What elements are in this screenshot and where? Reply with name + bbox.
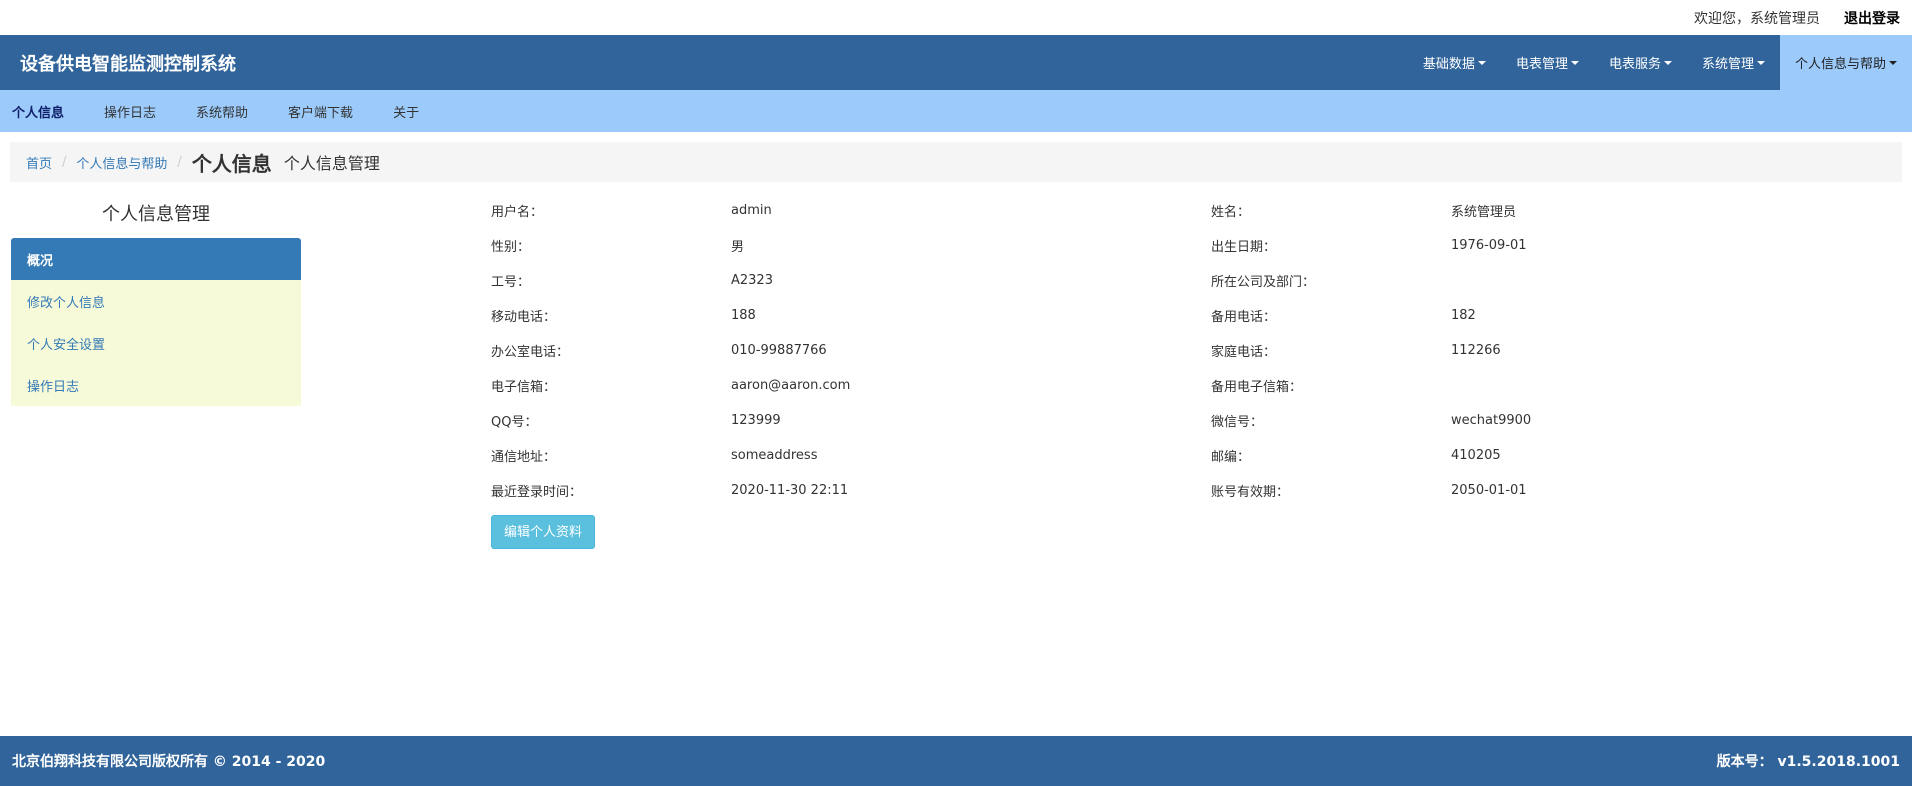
sidebar-item-security-settings[interactable]: 个人安全设置	[11, 322, 301, 364]
field-value: admin	[731, 203, 772, 218]
footer: 北京伯翔科技有限公司版权所有 © 2014 - 2020 版本号： v1.5.2…	[0, 736, 1912, 786]
breadcrumb-home[interactable]: 首页	[26, 153, 52, 172]
nav-menu-system-management[interactable]: 系统管理	[1687, 35, 1780, 90]
subnav-client-download[interactable]: 客户端下载	[288, 102, 353, 121]
field-label: 家庭电话：	[1211, 345, 1277, 360]
field-value: someaddress	[731, 448, 818, 463]
field-label: 电子信箱：	[491, 380, 557, 395]
field-value: 182	[1451, 308, 1476, 323]
field-value: 112266	[1451, 343, 1501, 358]
nav-menu-label: 个人信息与帮助	[1794, 57, 1886, 72]
field-value: 2050-01-01	[1451, 483, 1527, 498]
field-value: 123999	[731, 413, 781, 428]
top-bar: 欢迎您，系统管理员 退出登录	[0, 0, 1912, 35]
field-value: 1976-09-01	[1451, 238, 1527, 253]
field-label: 微信号：	[1211, 415, 1264, 430]
field-value: 410205	[1451, 448, 1501, 463]
field-value: 010-99887766	[731, 343, 827, 358]
sidebar-title: 个人信息管理	[102, 204, 210, 225]
field-value: 系统管理员	[1451, 205, 1517, 220]
main-navbar: 设备供电智能监测控制系统 基础数据 电表管理 电表服务 系统管理 个人信息与帮助	[0, 35, 1912, 90]
nav-menu-personal-help[interactable]: 个人信息与帮助	[1779, 35, 1912, 90]
edit-profile-button[interactable]: 编辑个人资料	[491, 515, 596, 549]
welcome-text: 欢迎您，系统管理员	[1694, 10, 1820, 27]
breadcrumb-separator: /	[62, 154, 67, 170]
profile-row: 电子信箱： aaron@aaron.com 备用电子信箱：	[491, 368, 1911, 403]
breadcrumb-separator: /	[177, 154, 182, 170]
nav-menu-meter-service[interactable]: 电表服务	[1594, 35, 1687, 90]
field-label: 办公室电话：	[491, 345, 570, 360]
field-value: A2323	[731, 273, 773, 288]
field-value: aaron@aaron.com	[731, 378, 851, 393]
caret-down-icon	[1570, 60, 1579, 65]
profile-info: 用户名： admin 姓名： 系统管理员 性别： 男 出生日期： 1976-09…	[491, 193, 1911, 549]
field-value: 男	[731, 240, 745, 255]
profile-row: 办公室电话： 010-99887766 家庭电话： 112266	[491, 333, 1911, 368]
copyright-text: 北京伯翔科技有限公司版权所有 © 2014 - 2020	[12, 754, 326, 770]
nav-menu-label: 电表服务	[1608, 57, 1661, 72]
field-label: 性别：	[491, 240, 531, 255]
field-label: 最近登录时间：	[491, 485, 583, 500]
field-label: 工号：	[491, 275, 531, 290]
nav-menu-label: 系统管理	[1701, 57, 1754, 72]
caret-down-icon	[1477, 60, 1486, 65]
field-label: 出生日期：	[1211, 240, 1277, 255]
sidebar: 个人信息管理 概况 修改个人信息 个人安全设置 操作日志	[11, 202, 301, 406]
field-label: 备用电子信箱：	[1211, 380, 1303, 395]
breadcrumb-parent[interactable]: 个人信息与帮助	[76, 153, 167, 172]
field-label: 通信地址：	[491, 450, 557, 465]
caret-down-icon	[1889, 60, 1897, 65]
field-label: 邮编：	[1211, 450, 1251, 465]
field-value: 2020-11-30 22:11	[731, 483, 849, 498]
profile-row: 性别： 男 出生日期： 1976-09-01	[491, 228, 1911, 263]
logout-link[interactable]: 退出登录	[1844, 8, 1900, 28]
app-title: 设备供电智能监测控制系统	[20, 53, 236, 75]
nav-menu-meter-management[interactable]: 电表管理	[1501, 35, 1594, 90]
field-value: wechat9900	[1451, 413, 1532, 428]
sub-navbar: 个人信息 操作日志 系统帮助 客户端下载 关于	[0, 90, 1912, 132]
nav-menu: 基础数据 电表管理 电表服务 系统管理 个人信息与帮助	[1408, 35, 1912, 90]
caret-down-icon	[1756, 60, 1765, 65]
profile-row: 最近登录时间： 2020-11-30 22:11 账号有效期： 2050-01-…	[491, 473, 1911, 508]
page-subtitle: 个人信息管理	[283, 154, 380, 173]
subnav-about[interactable]: 关于	[393, 102, 419, 121]
field-label: QQ号：	[491, 415, 538, 430]
subnav-operation-log[interactable]: 操作日志	[104, 102, 156, 121]
subnav-personal-info[interactable]: 个人信息	[12, 102, 64, 121]
sidebar-item-overview[interactable]: 概况	[11, 238, 301, 280]
subnav-system-help[interactable]: 系统帮助	[196, 102, 248, 121]
sidebar-item-operation-log[interactable]: 操作日志	[11, 364, 301, 406]
profile-row: 用户名： admin 姓名： 系统管理员	[491, 193, 1911, 228]
profile-row: 工号： A2323 所在公司及部门：	[491, 263, 1911, 298]
nav-menu-label: 基础数据	[1422, 57, 1475, 72]
field-label: 姓名：	[1211, 205, 1251, 220]
field-label: 账号有效期：	[1211, 485, 1290, 500]
field-label: 备用电话：	[1211, 310, 1277, 325]
profile-row: QQ号： 123999 微信号： wechat9900	[491, 403, 1911, 438]
profile-row: 通信地址： someaddress 邮编： 410205	[491, 438, 1911, 473]
nav-menu-label: 电表管理	[1515, 57, 1568, 72]
caret-down-icon	[1663, 60, 1672, 65]
field-value: 188	[731, 308, 756, 323]
breadcrumb: 首页 / 个人信息与帮助 / 个人信息 个人信息管理	[10, 142, 1902, 182]
sidebar-item-edit-profile[interactable]: 修改个人信息	[11, 280, 301, 322]
field-label: 用户名：	[491, 205, 544, 220]
page-title: 个人信息	[191, 151, 272, 176]
field-label: 移动电话：	[491, 310, 557, 325]
version-text: 版本号： v1.5.2018.1001	[1716, 754, 1900, 770]
nav-menu-basic-data[interactable]: 基础数据	[1408, 35, 1501, 90]
profile-row: 移动电话： 188 备用电话： 182	[491, 298, 1911, 333]
field-label: 所在公司及部门：	[1211, 275, 1316, 290]
